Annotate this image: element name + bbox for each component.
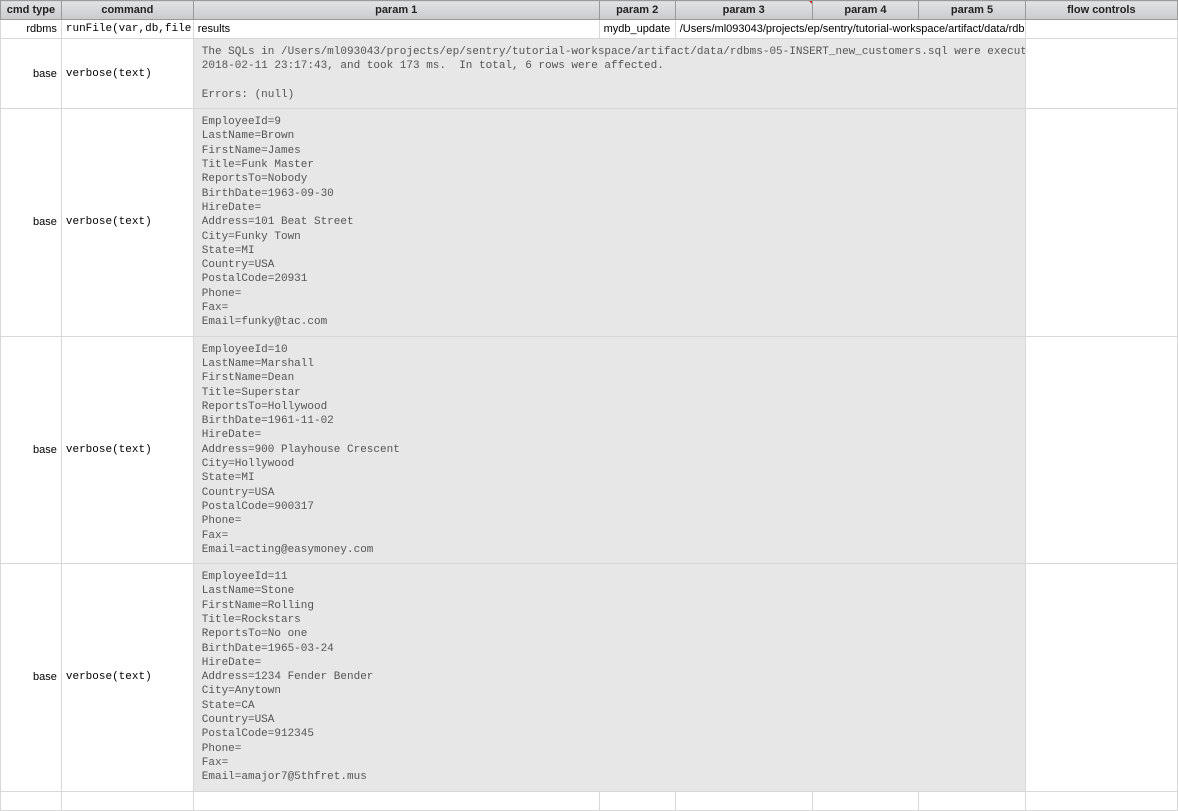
table-row[interactable]: baseverbose(text)The SQLs in /Users/ml09… — [1, 39, 1178, 109]
cell-empty[interactable] — [675, 791, 812, 810]
cell-empty[interactable] — [812, 791, 919, 810]
cell-command[interactable]: verbose(text) — [61, 564, 193, 791]
cell-cmdtype[interactable]: base — [1, 564, 62, 791]
cell-command[interactable]: runFile(var,db,file) — [61, 20, 193, 39]
table-row[interactable]: baseverbose(text)EmployeeId=10 LastName=… — [1, 336, 1178, 563]
cell-param1[interactable]: results — [193, 20, 599, 39]
table-row[interactable]: baseverbose(text)EmployeeId=11 LastName=… — [1, 564, 1178, 791]
cell-empty[interactable] — [919, 791, 1026, 810]
header-param5[interactable]: param 5 — [919, 1, 1026, 20]
command-grid: cmd type command param 1 param 2 param 3… — [0, 0, 1178, 811]
cell-flow[interactable] — [1025, 109, 1177, 336]
cell-flow[interactable] — [1025, 39, 1177, 109]
cell-verbose-output[interactable]: EmployeeId=9 LastName=Brown FirstName=Ja… — [193, 109, 1025, 336]
header-param1[interactable]: param 1 — [193, 1, 599, 20]
header-flow[interactable]: flow controls — [1025, 1, 1177, 20]
cell-cmdtype[interactable]: base — [1, 336, 62, 563]
cell-empty[interactable] — [599, 791, 675, 810]
cell-param2[interactable]: mydb_update — [599, 20, 675, 39]
table-row[interactable]: baseverbose(text)EmployeeId=9 LastName=B… — [1, 109, 1178, 336]
cell-verbose-output[interactable]: EmployeeId=10 LastName=Marshall FirstNam… — [193, 336, 1025, 563]
table-row-empty[interactable] — [1, 791, 1178, 810]
header-cmdtype[interactable]: cmd type — [1, 1, 62, 20]
cell-flow[interactable] — [1025, 336, 1177, 563]
cell-empty[interactable] — [193, 791, 599, 810]
cell-command[interactable]: verbose(text) — [61, 109, 193, 336]
header-command[interactable]: command — [61, 1, 193, 20]
cell-flow[interactable] — [1025, 20, 1177, 39]
header-param2[interactable]: param 2 — [599, 1, 675, 20]
table-row[interactable]: rdbmsrunFile(var,db,file)resultsmydb_upd… — [1, 20, 1178, 39]
cell-cmdtype[interactable]: base — [1, 39, 62, 109]
header-row: cmd type command param 1 param 2 param 3… — [1, 1, 1178, 20]
header-param3[interactable]: param 3 — [675, 1, 812, 20]
cell-cmdtype[interactable]: rdbms — [1, 20, 62, 39]
cell-empty[interactable] — [61, 791, 193, 810]
cell-command[interactable]: verbose(text) — [61, 336, 193, 563]
cell-empty[interactable] — [1, 791, 62, 810]
cell-cmdtype[interactable]: base — [1, 109, 62, 336]
cell-flow[interactable] — [1025, 564, 1177, 791]
cell-verbose-output[interactable]: The SQLs in /Users/ml093043/projects/ep/… — [193, 39, 1025, 109]
cell-verbose-output[interactable]: EmployeeId=11 LastName=Stone FirstName=R… — [193, 564, 1025, 791]
cell-param3[interactable]: /Users/ml093043/projects/ep/sentry/tutor… — [675, 20, 1025, 39]
header-param4[interactable]: param 4 — [812, 1, 919, 20]
cell-empty[interactable] — [1025, 791, 1177, 810]
cell-command[interactable]: verbose(text) — [61, 39, 193, 109]
